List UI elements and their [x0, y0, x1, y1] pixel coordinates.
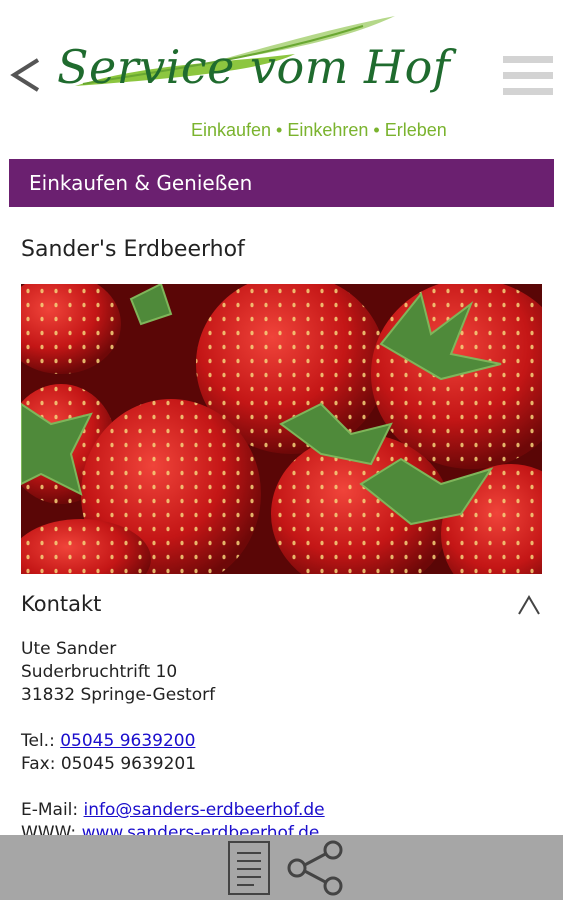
- app-header: Service vom Hof Einkaufen • Einkehren • …: [0, 0, 563, 150]
- contact-heading: Kontakt: [21, 592, 102, 616]
- detail-content: Sander's Erdbeerhof Kontakt Ute Sander S…: [0, 207, 563, 835]
- contact-section-header[interactable]: Kontakt: [21, 590, 541, 620]
- contact-street: Suderbruchtrift 10: [21, 662, 178, 682]
- share-icon: [287, 840, 343, 896]
- contact-name: Ute Sander: [21, 639, 117, 659]
- email-row: E-Mail: info@sanders-erdbeerhof.de: [21, 799, 541, 822]
- email-label: E-Mail:: [21, 800, 79, 820]
- www-label: WWW:: [21, 823, 77, 835]
- share-button[interactable]: [283, 839, 347, 897]
- bottom-action-bar: [0, 835, 563, 900]
- farm-name: Sander's Erdbeerhof: [21, 237, 245, 262]
- fax-row: Fax: 05045 9639201: [21, 753, 541, 776]
- contact-details: Ute Sander Suderbruchtrift 10 31832 Spri…: [21, 638, 541, 835]
- chevron-up-icon[interactable]: [517, 594, 541, 616]
- back-button[interactable]: [6, 52, 46, 98]
- section-title: Einkaufen & Genießen: [29, 171, 253, 195]
- chevron-left-icon: [10, 58, 40, 92]
- phone-row: Tel.: 05045 9639200: [21, 730, 541, 753]
- logo: Service vom Hof Einkaufen • Einkehren • …: [55, 8, 495, 146]
- phone-link[interactable]: 05045 9639200: [60, 731, 195, 751]
- email-link[interactable]: info@sanders-erdbeerhof.de: [84, 800, 325, 820]
- strawberries-photo: [21, 284, 542, 574]
- logo-title: Service vom Hof: [57, 40, 451, 94]
- phone-label: Tel.:: [21, 731, 55, 751]
- section-title-bar: Einkaufen & Genießen: [9, 159, 554, 207]
- logo-tagline: Einkaufen • Einkehren • Erleben: [191, 120, 447, 140]
- hamburger-menu-icon: [503, 56, 553, 63]
- strawberries-image: [21, 284, 542, 574]
- contact-city: 31832 Springe-Gestorf: [21, 685, 216, 705]
- fax-label: Fax:: [21, 754, 56, 774]
- fax-number: 05045 9639201: [60, 754, 197, 774]
- document-button[interactable]: [226, 839, 272, 897]
- www-link[interactable]: www.sanders-erdbeerhof.de: [82, 823, 320, 835]
- www-row: WWW: www.sanders-erdbeerhof.de: [21, 822, 541, 835]
- document-icon: [228, 841, 270, 895]
- menu-button[interactable]: [503, 52, 555, 98]
